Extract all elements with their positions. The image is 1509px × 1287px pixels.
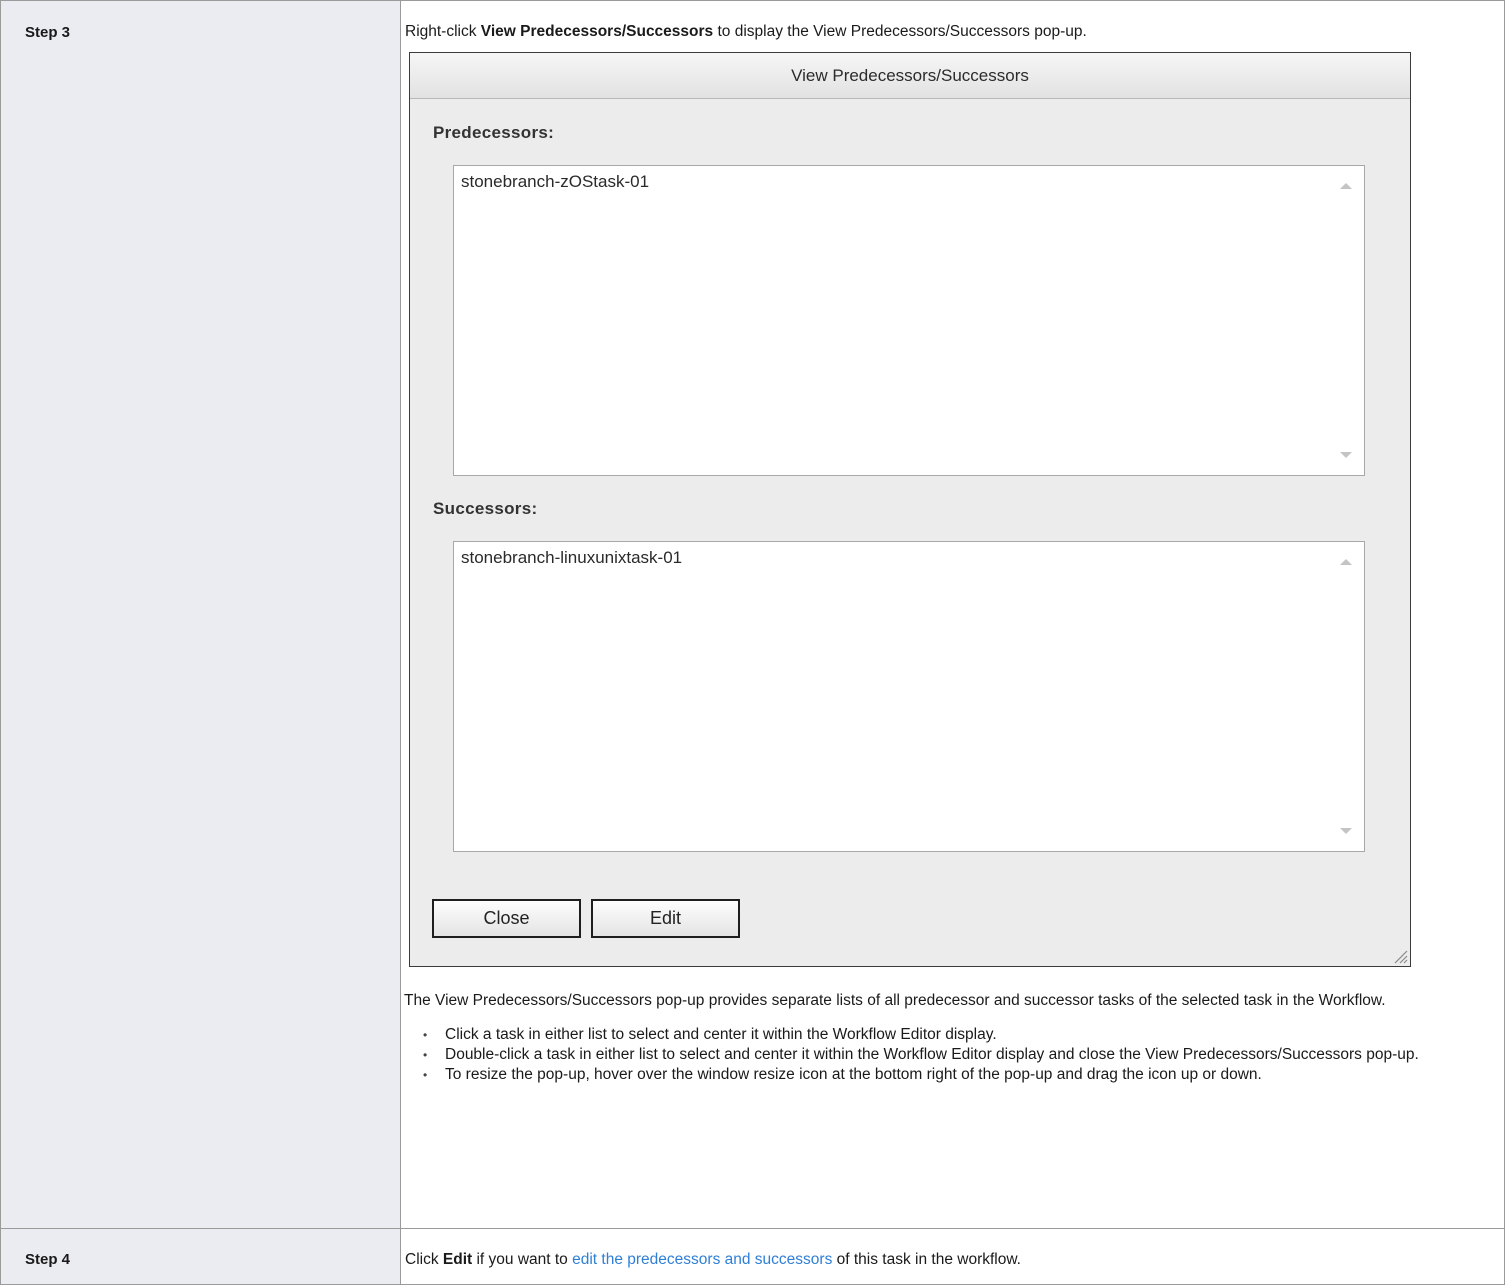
scroll-up-arrow-icon[interactable] (1340, 183, 1352, 189)
dialog-title[interactable]: View Predecessors/Successors (410, 53, 1410, 99)
bullet-icon: • (423, 1068, 428, 1082)
step-3-description: The View Predecessors/Successors pop-up … (404, 992, 1386, 1009)
step-4-label-cell: Step 4 (0, 1227, 401, 1286)
scroll-down-arrow-icon[interactable] (1340, 828, 1352, 834)
successors-listbox[interactable]: stonebranch-linuxunixtask-01 (453, 541, 1365, 852)
bullet-text: Click a task in either list to select an… (445, 1026, 997, 1043)
close-button[interactable]: Close (432, 899, 581, 938)
bullet-item: • To resize the pop-up, hover over the wi… (401, 1065, 1490, 1085)
step-4-text-start: Click (405, 1250, 443, 1268)
step-3-label-cell: Step 3 (0, 0, 401, 1229)
intro-bold-term: View Predecessors/Successors (480, 23, 714, 40)
step-3-bullet-list: • Click a task in either list to select a… (401, 1025, 1504, 1085)
scroll-down-arrow-icon[interactable] (1340, 452, 1352, 458)
step-4-text: Click Edit if you want to edit the prede… (405, 1250, 1504, 1270)
step-4-content-cell: Click Edit if you want to edit the prede… (400, 1227, 1505, 1286)
edit-predecessors-successors-link[interactable]: edit the predecessors and successors (572, 1251, 832, 1268)
bullet-text: Double-click a task in either list to se… (445, 1046, 1419, 1063)
edit-button[interactable]: Edit (591, 899, 740, 938)
intro-text: Right-click (405, 23, 481, 40)
bullet-icon: • (423, 1028, 428, 1042)
step-3-label: Step 3 (25, 24, 71, 41)
successors-label: Successors: (433, 499, 538, 518)
step-3-row: Step 3 Right-click View Predecessors/Suc… (0, 0, 1505, 1229)
step-3-intro: Right-click View Predecessors/Successors… (405, 22, 1504, 42)
bullet-icon: • (423, 1048, 428, 1062)
step-4-bold-term: Edit (442, 1250, 473, 1268)
step-3-content-cell: Right-click View Predecessors/Successors… (400, 0, 1505, 1229)
predecessors-listbox[interactable]: stonebranch-zOStask-01 (453, 165, 1365, 476)
predecessors-label: Predecessors: (433, 123, 555, 142)
bullet-item: • Double-click a task in either list to s… (401, 1045, 1490, 1065)
step-4-text-middle: if you want to (472, 1250, 573, 1268)
bullet-text: To resize the pop-up, hover over the win… (445, 1066, 1262, 1083)
bullet-item: • Click a task in either list to select a… (401, 1025, 1490, 1045)
window-resize-icon[interactable] (1392, 948, 1408, 964)
view-predecessors-successors-dialog: View Predecessors/Successors Predecessor… (409, 52, 1411, 967)
steps-table: Step 3 Right-click View Predecessors/Suc… (0, 0, 1505, 1286)
scroll-up-arrow-icon[interactable] (1340, 559, 1352, 565)
intro-text-tail: to display the View Predecessors/Success… (713, 23, 1087, 40)
successor-list-item[interactable]: stonebranch-linuxunixtask-01 (461, 548, 682, 568)
step-4-text-end: of this task in the workflow. (832, 1250, 1021, 1268)
step-4-row: Step 4 Click Edit if you want to edit th… (0, 1227, 1505, 1286)
predecessor-list-item[interactable]: stonebranch-zOStask-01 (461, 172, 649, 192)
step-4-label: Step 4 (25, 1250, 71, 1268)
